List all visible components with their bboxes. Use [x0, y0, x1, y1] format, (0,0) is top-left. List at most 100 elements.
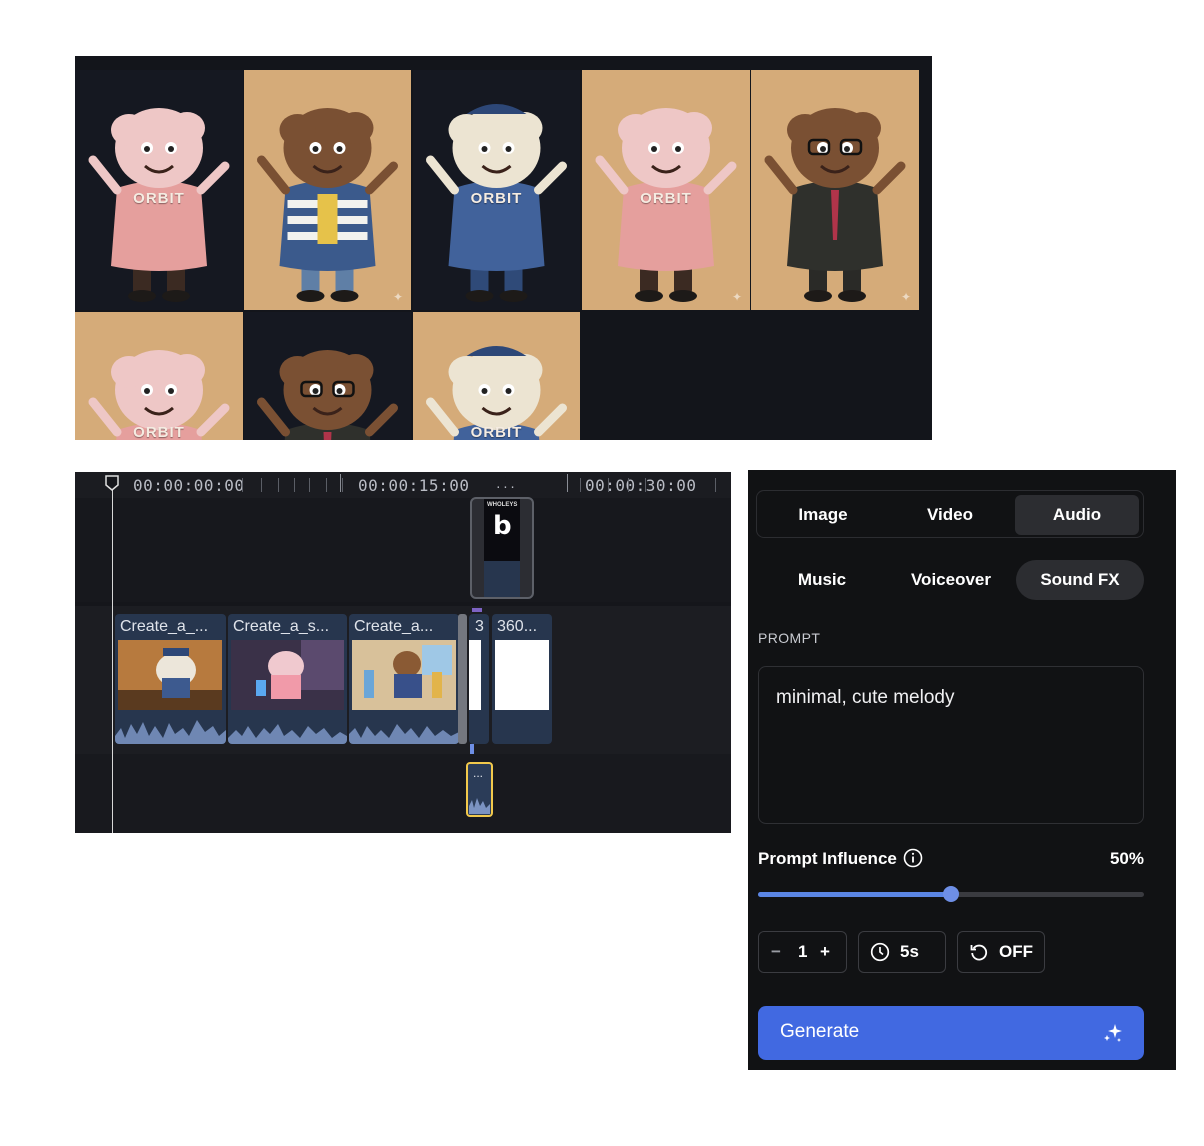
tab-image[interactable]: Image: [761, 495, 885, 535]
ruler-tick: [580, 478, 581, 492]
trim-handle[interactable]: [458, 614, 467, 744]
clip-1[interactable]: Create_a_...: [115, 614, 226, 744]
video-track-upper: [75, 498, 731, 602]
duration-button[interactable]: 5s: [858, 931, 946, 973]
gallery-item[interactable]: ORBIT: [413, 312, 580, 440]
gallery-item[interactable]: ORBIT: [75, 70, 243, 310]
clip-3-label: Create_a...: [354, 618, 434, 635]
generate-button[interactable]: Generate: [758, 1006, 1144, 1060]
ruler-major-tick: [340, 474, 341, 492]
increment-button[interactable]: +: [820, 942, 830, 962]
clip-2[interactable]: Create_a_s...: [228, 614, 347, 744]
link-connector: [470, 744, 474, 754]
b-logo-icon: b: [493, 511, 512, 541]
ruler-major-tick: [567, 474, 568, 492]
clip-5[interactable]: 360...: [492, 614, 552, 744]
loop-toggle[interactable]: OFF: [957, 931, 1045, 973]
tab-video[interactable]: Video: [888, 495, 1012, 535]
prompt-label: PROMPT: [758, 630, 821, 646]
character-figure: [413, 312, 580, 440]
ruler-tick: [278, 478, 279, 492]
clip-5-thumb: [495, 640, 549, 710]
shirt-text: ORBIT: [133, 190, 185, 207]
influence-slider-knob[interactable]: [943, 886, 959, 902]
ruler-dots: ...: [495, 478, 517, 491]
loop-icon: [970, 944, 988, 961]
sfx-waveform: [469, 798, 490, 814]
decrement-button[interactable]: −: [771, 942, 781, 962]
generate-label: Generate: [780, 1021, 860, 1042]
sfx-dots: ...: [473, 766, 484, 780]
gallery-item[interactable]: ORBIT: [75, 312, 243, 440]
character-figure: [244, 312, 411, 440]
shirt-text: ORBIT: [133, 424, 185, 440]
video-clip-body: [484, 561, 520, 597]
duration-value: 5s: [900, 942, 919, 961]
count-value: 1: [798, 942, 808, 961]
count-stepper: − 1 +: [758, 931, 847, 973]
clip-4[interactable]: 3: [469, 614, 489, 744]
sparkle-icon: ✦: [392, 290, 403, 304]
influence-slider[interactable]: [758, 886, 1144, 902]
sparkle-icon: ✦: [731, 290, 742, 304]
ruler-tick: [294, 478, 295, 492]
ruler-tick: [645, 478, 646, 492]
prompt-input[interactable]: minimal, cute melody: [758, 666, 1144, 824]
character-figure: [75, 312, 243, 440]
ruler-tick: [608, 478, 609, 492]
timecode-0: 00:00:00:00: [133, 476, 245, 495]
ruler-tick: [261, 478, 262, 492]
subtab-sound-fx[interactable]: Sound FX: [1016, 560, 1144, 600]
clip-3[interactable]: Create_a...: [349, 614, 459, 744]
clip-3-waveform: [349, 724, 459, 744]
gallery-item[interactable]: ✦: [751, 70, 919, 310]
playhead-marker-icon[interactable]: [105, 475, 119, 491]
prompt-text: minimal, cute melody: [776, 687, 955, 708]
video-clip-brand: WHOLEYS: [487, 502, 518, 508]
subtab-voiceover[interactable]: Voiceover: [887, 560, 1015, 600]
gallery-item[interactable]: ORBIT ✦: [582, 70, 750, 310]
clip-5-label: 360...: [497, 618, 538, 635]
shirt-text: ORBIT: [470, 424, 523, 440]
character-figure: [244, 70, 411, 310]
video-clip-upper[interactable]: WHOLEYS b: [470, 497, 534, 599]
generation-panel: Image Video Audio Music Voiceover Sound …: [748, 470, 1176, 1070]
gallery-item[interactable]: ✦: [244, 70, 411, 310]
time-ruler[interactable]: 00:00:00:00 00:00:15:00 00:00:30:00 ...: [75, 472, 731, 498]
timecode-30: 00:00:30:00: [585, 476, 697, 495]
sound-fx-clip[interactable]: ...: [466, 762, 493, 817]
timeline-editor[interactable]: 00:00:00:00 00:00:15:00 00:00:30:00 ... …: [75, 472, 731, 833]
clip-3-thumb: [352, 640, 456, 710]
clip-2-thumb: [231, 640, 344, 710]
media-type-tabs: Image Video Audio: [756, 490, 1144, 538]
ruler-tick: [628, 478, 629, 492]
clip-1-thumb: [118, 640, 222, 710]
subtab-music[interactable]: Music: [758, 560, 886, 600]
character-figure: [751, 70, 919, 310]
clip-2-waveform: [228, 724, 347, 744]
gallery-item[interactable]: ORBIT: [413, 70, 580, 310]
prompt-influence-label: Prompt Influence: [758, 849, 897, 868]
prompt-influence-value: 50%: [1109, 849, 1144, 868]
info-icon[interactable]: [903, 848, 923, 868]
audio-track: [75, 754, 731, 833]
gallery-item[interactable]: [244, 312, 411, 440]
clip-1-label: Create_a_...: [120, 618, 209, 635]
sparkle-icon: ✦: [900, 290, 911, 304]
clip-2-label: Create_a_s...: [233, 618, 330, 635]
ruler-tick: [242, 478, 243, 492]
loop-value: OFF: [999, 942, 1033, 961]
sparkle-icon: [1104, 1024, 1122, 1042]
shirt-text: ORBIT: [470, 190, 523, 207]
playhead-line[interactable]: [112, 484, 113, 833]
clip-1-waveform: [115, 720, 226, 744]
clip-4-label: 3: [475, 618, 484, 635]
clip-4-thumb: [469, 640, 481, 710]
tab-audio[interactable]: Audio: [1015, 495, 1139, 535]
ruler-tick: [326, 478, 327, 492]
ruler-tick: [342, 478, 343, 492]
influence-slider-fill: [758, 892, 951, 897]
clip-marker: [472, 608, 482, 612]
ruler-tick: [715, 478, 716, 492]
ruler-tick: [309, 478, 310, 492]
